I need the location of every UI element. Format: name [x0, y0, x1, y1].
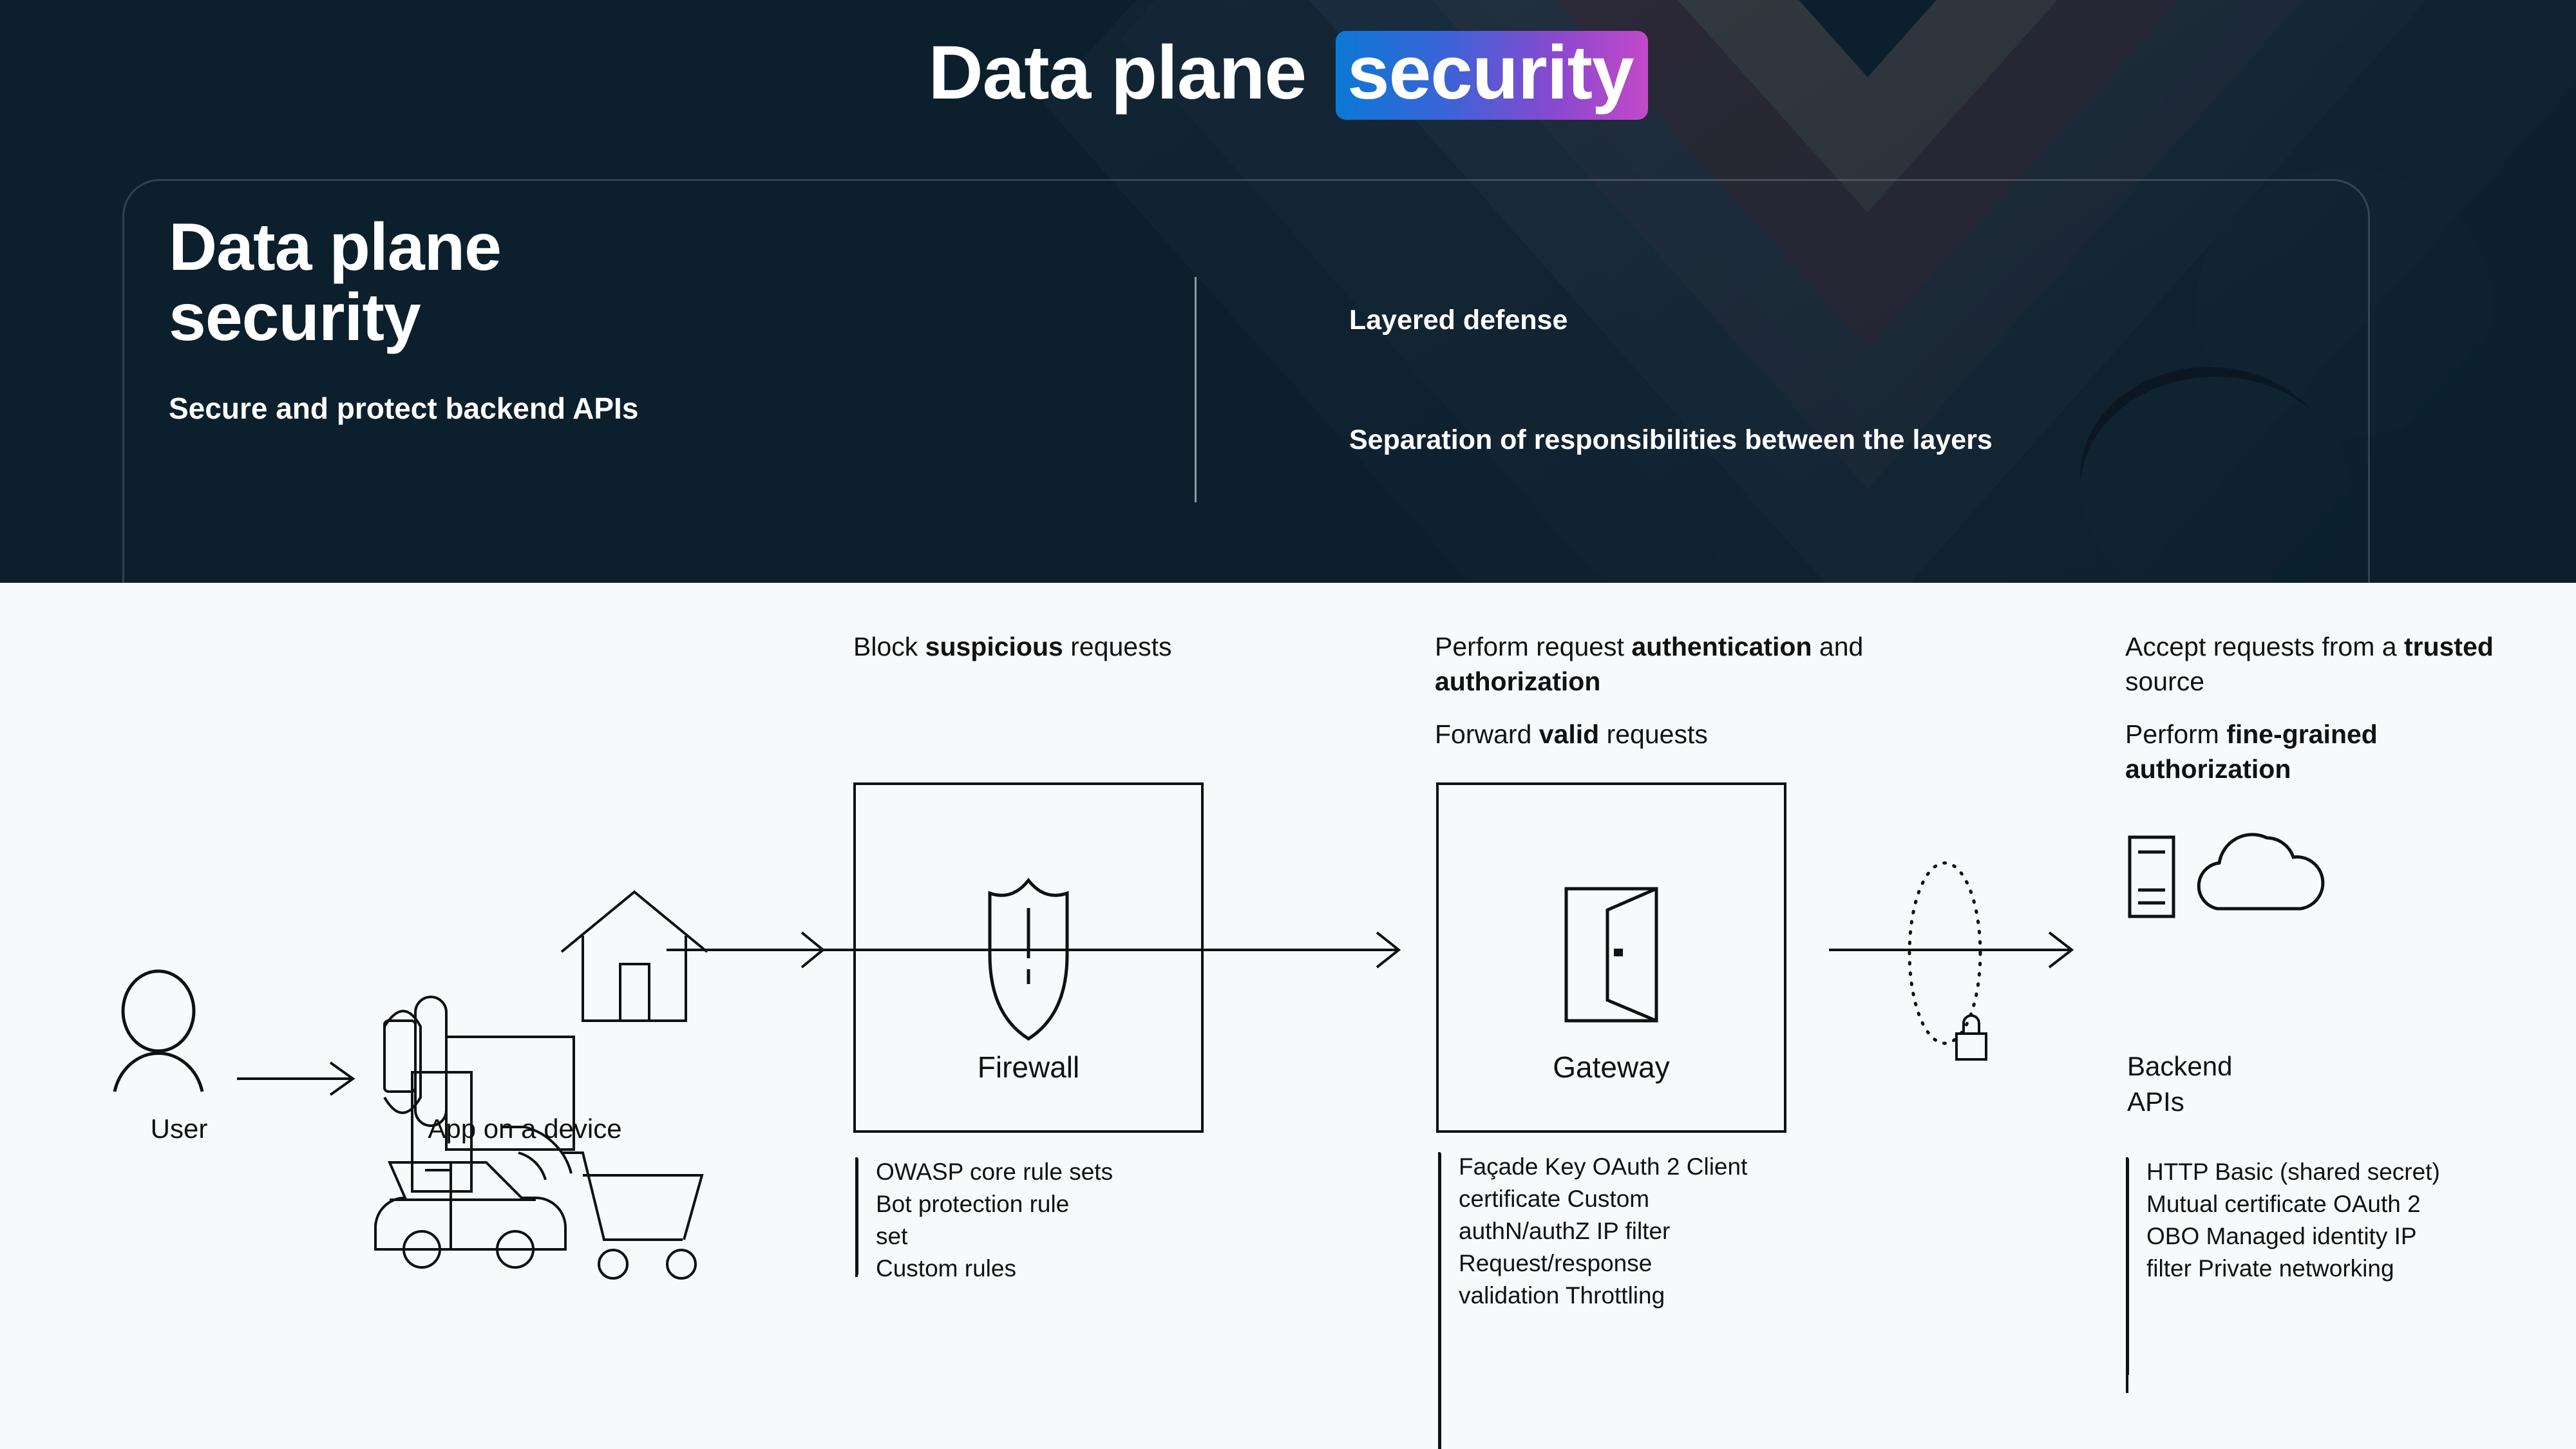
- hero-heading: Data plane security: [169, 210, 1122, 355]
- hero-right-block: Layered defense Separation of responsibi…: [1349, 303, 2328, 459]
- user-to-app-arrow: [237, 1061, 355, 1096]
- firewall-capability-list: OWASP core rule sets Bot protection rule…: [857, 1156, 1217, 1282]
- slide-title: Data plane security: [0, 31, 2576, 120]
- door-icon: [1564, 887, 1658, 1023]
- hero-vertical-divider: [1195, 277, 1197, 502]
- slide-title-plain: Data plane: [928, 30, 1327, 115]
- hero-bullet-layered-defense: Layered defense: [1349, 305, 1568, 336]
- node-label-gateway: Gateway: [1553, 1050, 1670, 1084]
- hero-bullet-separation-of-responsibilities: Separation of responsibilities between t…: [1349, 424, 1993, 455]
- list-item: filter Private networking: [2146, 1255, 2394, 1282]
- slide-title-highlight: security: [1335, 31, 1648, 120]
- hero-subtitle: Secure and protect backend APIs: [169, 392, 639, 426]
- node-label-user: User: [150, 1113, 208, 1144]
- list-item: Custom rules: [876, 1255, 1016, 1282]
- list-item: Request/response: [1459, 1249, 1653, 1276]
- encrypted-channel: [1908, 861, 1987, 1061]
- list-item: Bot protection rule: [876, 1190, 1070, 1217]
- list-item: authN/authZ IP filter: [1459, 1217, 1671, 1244]
- node-label-app: App on a device: [428, 1113, 622, 1144]
- list-item: HTTP Basic (shared secret): [2146, 1159, 2440, 1185]
- gateway-to-backend-arrow: [1829, 931, 2074, 969]
- shield-alert-icon: [988, 877, 1069, 1041]
- padlock-icon: [1955, 1014, 1987, 1061]
- server-cloud-icon: [2128, 833, 2325, 918]
- devices-icon: [374, 890, 708, 1280]
- hero-heading-line2: security: [169, 280, 421, 355]
- backend-capability-list: HTTP Basic (shared secret) Mutual certif…: [2127, 1156, 2539, 1375]
- hero-section: Data plane security Data plane security …: [0, 0, 2576, 583]
- slide-canvas: Data plane security Data plane security …: [0, 0, 2576, 1449]
- list-item: Mutual certificate OAuth 2: [2146, 1190, 2421, 1217]
- node-label-backend-line1: Backend: [2127, 1051, 2233, 1081]
- node-label-backend: Backend APIs: [2127, 1048, 2398, 1120]
- list-item: set: [876, 1222, 908, 1249]
- person-icon: [113, 969, 204, 1092]
- list-item: certificate Custom: [1459, 1185, 1650, 1212]
- hero-heading-line1: Data plane: [169, 210, 502, 285]
- hero-left-block: Data plane security Secure and protect b…: [169, 210, 1122, 428]
- app-to-firewall-to-gateway-arrow: [667, 931, 1401, 969]
- list-item: Façade Key OAuth 2 Client: [1459, 1153, 1748, 1180]
- node-label-firewall: Firewall: [977, 1050, 1080, 1084]
- list-item: OWASP core rule sets: [876, 1159, 1113, 1185]
- list-item: validation Throttling: [1459, 1282, 1665, 1309]
- node-label-backend-line2: APIs: [2127, 1086, 2184, 1117]
- list-item: OBO Managed identity IP: [2146, 1222, 2417, 1249]
- diagram-section: Block suspicious requests Perform reques…: [0, 583, 2576, 1449]
- gateway-capability-list: Façade Key OAuth 2 Client certificate Cu…: [1439, 1151, 1826, 1449]
